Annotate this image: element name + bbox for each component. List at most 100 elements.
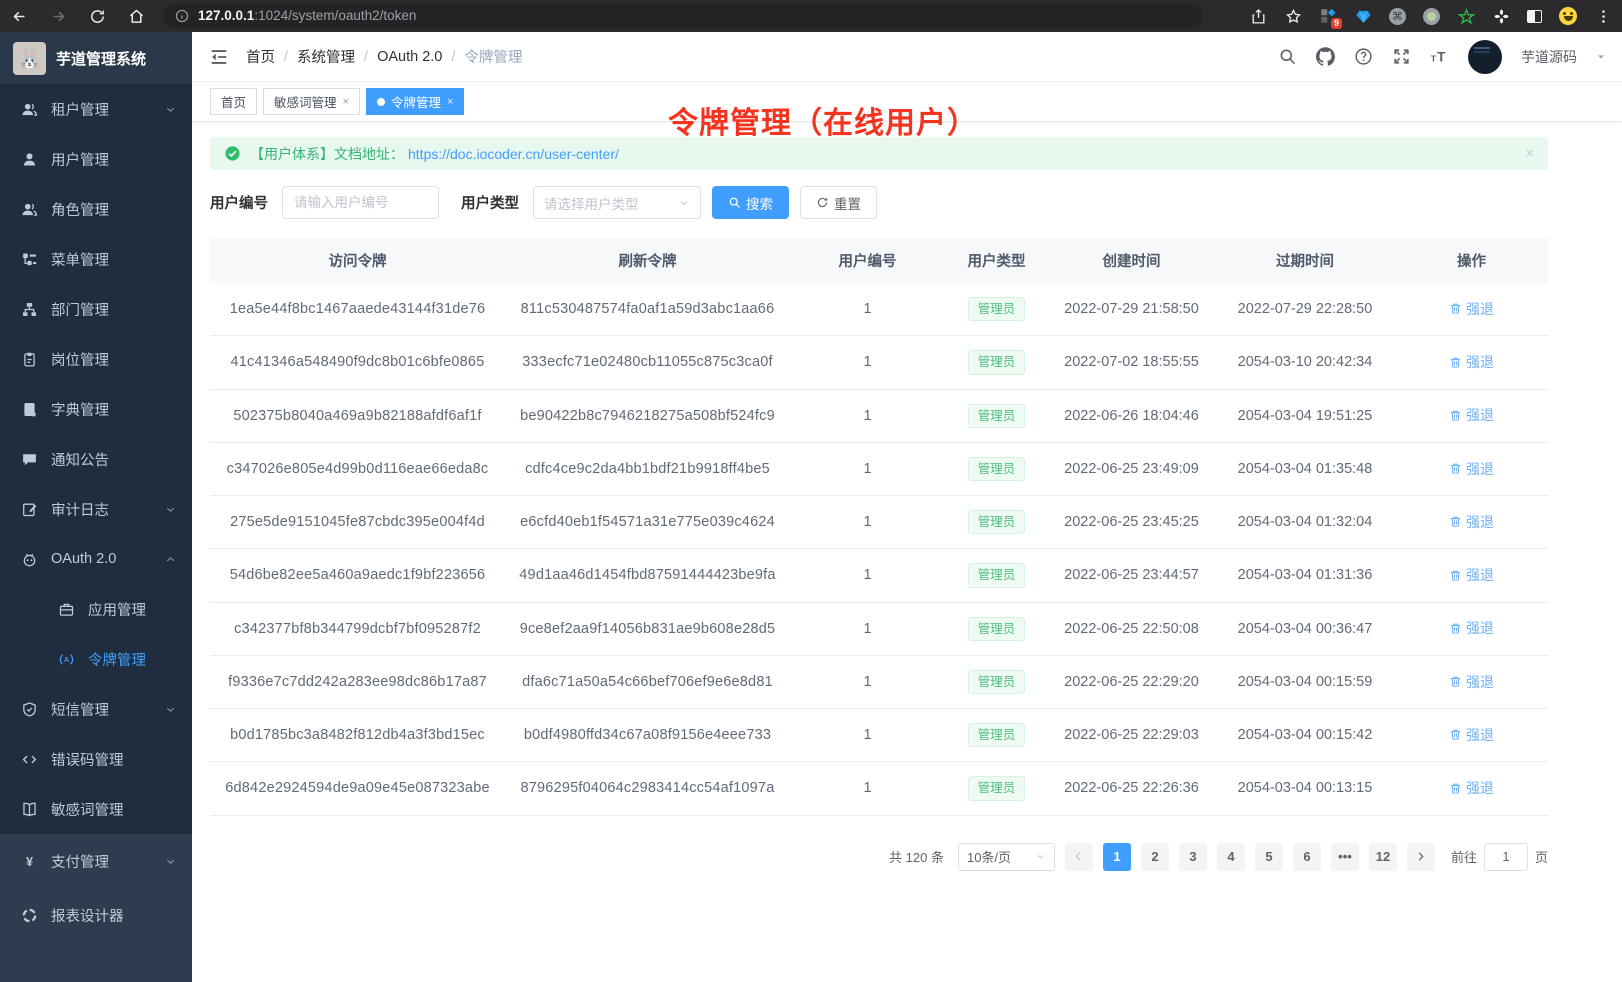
sidebar-item-error-code[interactable]: 错误码管理: [0, 734, 192, 784]
actions-cell: 强退: [1395, 709, 1548, 762]
page-button-1[interactable]: 1: [1103, 843, 1131, 871]
tab-home[interactable]: 首页: [210, 88, 257, 115]
force-logout-button[interactable]: 强退: [1449, 512, 1494, 532]
page-button-12[interactable]: 12: [1369, 843, 1397, 871]
sidebar-item-sensitive-word[interactable]: 敏感词管理: [0, 784, 192, 834]
github-icon[interactable]: [1316, 47, 1335, 66]
table-row: 1ea5e44f8bc1467aaede43144f31de76811c5304…: [210, 283, 1548, 336]
prev-page-button[interactable]: [1065, 843, 1093, 871]
collapse-sidebar-icon[interactable]: [208, 46, 230, 68]
address-bar[interactable]: 127.0.0.1:1024/system/oauth2/token: [163, 4, 1203, 28]
breadcrumb-oauth[interactable]: OAuth 2.0: [377, 49, 442, 65]
caret-down-icon[interactable]: [1596, 52, 1606, 62]
page-button-6[interactable]: 6: [1293, 843, 1321, 871]
force-logout-button[interactable]: 强退: [1449, 459, 1494, 479]
page-button-4[interactable]: 4: [1217, 843, 1245, 871]
svg-text:¥: ¥: [26, 854, 34, 869]
page-button-2[interactable]: 2: [1141, 843, 1169, 871]
force-logout-button[interactable]: 强退: [1449, 672, 1494, 692]
sidebar-item-app-management[interactable]: 应用管理: [0, 584, 192, 634]
force-logout-button[interactable]: 强退: [1449, 299, 1494, 319]
profile-avatar-icon[interactable]: [1559, 7, 1577, 25]
side-panel-icon[interactable]: [1527, 10, 1542, 23]
user-id-input[interactable]: [282, 186, 439, 219]
page-button-5[interactable]: 5: [1255, 843, 1283, 871]
bookmark-star-icon[interactable]: [1284, 7, 1302, 25]
table-header-row: 访问令牌 刷新令牌 用户编号 用户类型 创建时间 过期时间 操作: [210, 238, 1548, 283]
user-avatar[interactable]: [1468, 40, 1502, 74]
more-pages-button[interactable]: •••: [1331, 843, 1359, 871]
font-size-icon[interactable]: TT: [1430, 47, 1449, 66]
browser-back-icon[interactable]: [10, 7, 28, 25]
next-page-button[interactable]: [1407, 843, 1435, 871]
sidebar-item-payment[interactable]: ¥ 支付管理: [0, 834, 192, 888]
extension-pinwheel-icon[interactable]: [1492, 7, 1510, 25]
trash-icon: [1449, 409, 1462, 422]
sidebar-item-dict[interactable]: 字典管理: [0, 384, 192, 434]
user-type-select[interactable]: 请选择用户类型: [533, 186, 701, 219]
logo-image: 🐰: [13, 42, 46, 75]
tab-token-management[interactable]: 令牌管理 ×: [366, 88, 464, 115]
force-logout-button[interactable]: 强退: [1449, 405, 1494, 425]
help-icon[interactable]: [1354, 47, 1373, 66]
fullscreen-icon[interactable]: [1392, 47, 1411, 66]
extension-badge: 9: [1331, 18, 1342, 29]
force-logout-button[interactable]: 强退: [1449, 352, 1494, 372]
extension-gem-icon[interactable]: [1354, 7, 1372, 25]
tab-sensitive-word[interactable]: 敏感词管理 ×: [263, 88, 360, 115]
page-size-select[interactable]: 10条/页: [958, 843, 1055, 871]
sidebar: 🐰 芋道管理系统 租户管理 用户管理 角色管理 菜单管理: [0, 32, 192, 982]
close-icon[interactable]: ×: [447, 96, 453, 108]
trash-icon: [1449, 462, 1462, 475]
sidebar-item-notice[interactable]: 通知公告: [0, 434, 192, 484]
trash-icon: [1449, 622, 1462, 635]
sidebar-item-oauth2[interactable]: OAuth 2.0: [0, 534, 192, 584]
created-time-cell: 2022-06-25 22:50:08: [1048, 602, 1215, 655]
doc-link[interactable]: https://doc.iocoder.cn/user-center/: [408, 146, 619, 162]
sensitive-word-icon: [21, 801, 38, 818]
sidebar-item-dept[interactable]: 部门管理: [0, 284, 192, 334]
reset-button[interactable]: 重置: [800, 186, 877, 219]
col-created-time: 创建时间: [1048, 238, 1215, 283]
extension-command-icon[interactable]: ⌘: [1389, 8, 1406, 25]
extension-pixel-grid-icon[interactable]: 9: [1319, 7, 1337, 25]
sidebar-item-post[interactable]: 岗位管理: [0, 334, 192, 384]
force-logout-button[interactable]: 强退: [1449, 565, 1494, 585]
force-logout-button[interactable]: 强退: [1449, 618, 1494, 638]
goto-page-input[interactable]: [1484, 843, 1528, 871]
force-logout-button[interactable]: 强退: [1449, 778, 1494, 798]
sidebar-item-report-designer[interactable]: 报表设计器: [0, 888, 192, 942]
expire-time-cell: 2054-03-04 00:15:42: [1215, 709, 1395, 762]
access-token-cell: 1ea5e44f8bc1467aaede43144f31de76: [210, 283, 505, 336]
site-info-icon[interactable]: [175, 9, 189, 23]
extension-record-icon[interactable]: [1423, 8, 1440, 25]
browser-forward-icon[interactable]: [49, 7, 67, 25]
browser-reload-icon[interactable]: [88, 7, 106, 25]
browser-menu-icon[interactable]: [1594, 7, 1612, 25]
sidebar-item-token-management[interactable]: A 令牌管理: [0, 634, 192, 684]
sidebar-item-user[interactable]: 用户管理: [0, 134, 192, 184]
username[interactable]: 芋道源码: [1521, 47, 1577, 67]
search-icon[interactable]: [1278, 47, 1297, 66]
close-icon[interactable]: ×: [343, 96, 349, 108]
sidebar-logo[interactable]: 🐰 芋道管理系统: [0, 32, 192, 84]
created-time-cell: 2022-06-25 22:26:36: [1048, 762, 1215, 815]
search-button[interactable]: 搜索: [712, 186, 789, 219]
page-button-3[interactable]: 3: [1179, 843, 1207, 871]
sidebar-item-menu[interactable]: 菜单管理: [0, 234, 192, 284]
share-icon[interactable]: [1249, 7, 1267, 25]
breadcrumb-home[interactable]: 首页: [246, 46, 275, 67]
extension-green-star-icon[interactable]: [1457, 7, 1475, 25]
browser-home-icon[interactable]: [127, 7, 145, 25]
breadcrumb-system[interactable]: 系统管理: [297, 46, 355, 67]
sidebar-item-role[interactable]: 角色管理: [0, 184, 192, 234]
refresh-token-cell: 811c530487574fa0af1a59d3abc1aa66: [505, 283, 790, 336]
sidebar-item-tenant[interactable]: 租户管理: [0, 84, 192, 134]
app-title: 芋道管理系统: [56, 48, 146, 69]
force-logout-button[interactable]: 强退: [1449, 725, 1494, 745]
sidebar-item-audit-log[interactable]: 审计日志: [0, 484, 192, 534]
alert-close-icon[interactable]: ×: [1525, 145, 1534, 162]
role-icon: [21, 201, 38, 218]
sidebar-item-sms[interactable]: 短信管理: [0, 684, 192, 734]
expire-time-cell: 2054-03-04 01:35:48: [1215, 442, 1395, 495]
